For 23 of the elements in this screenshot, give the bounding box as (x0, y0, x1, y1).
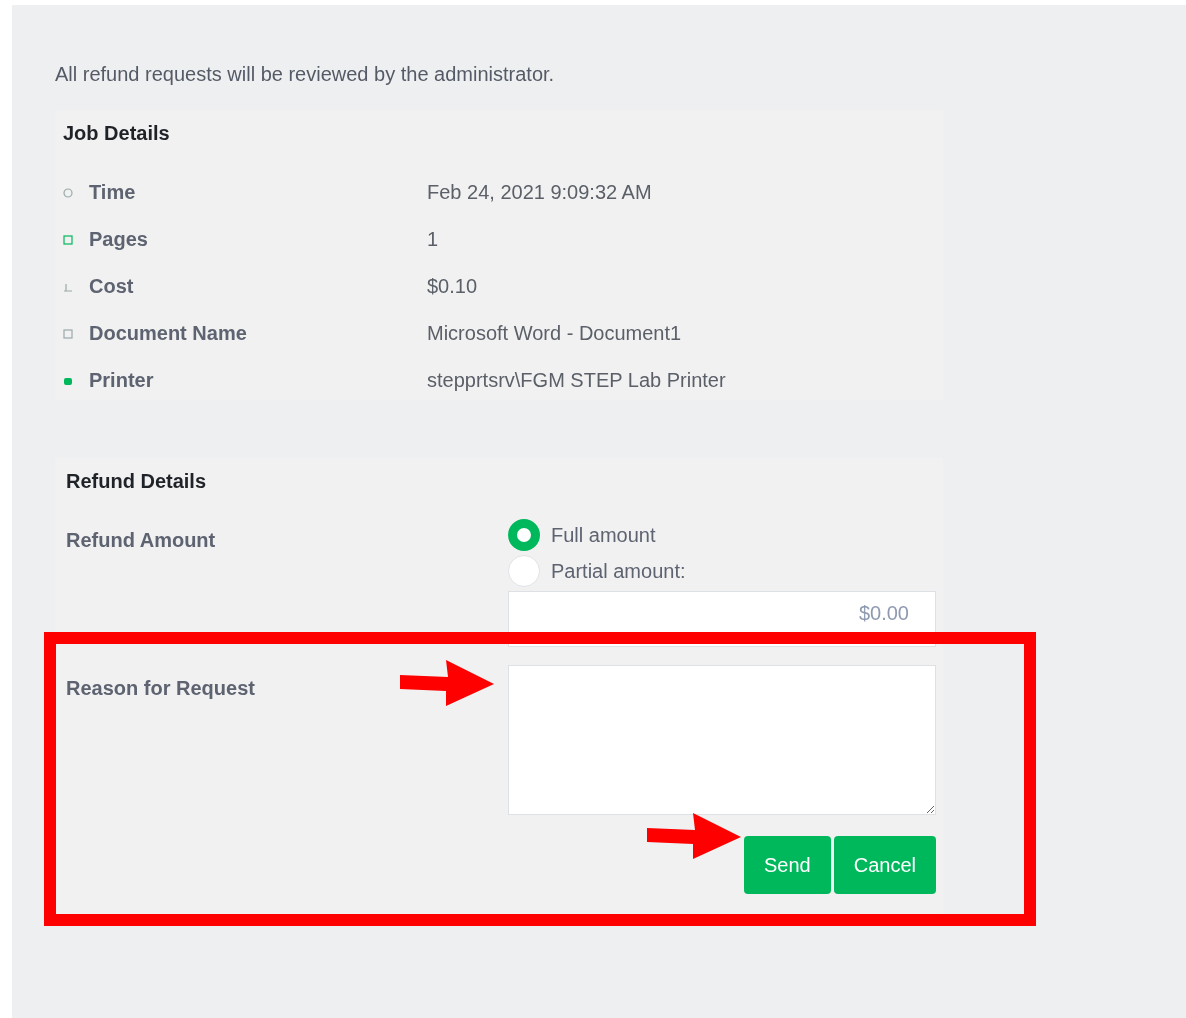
send-button[interactable]: Send (744, 836, 831, 894)
detail-value: stepprtsrv\FGM STEP Lab Printer (427, 369, 726, 392)
detail-label: Document Name (89, 322, 248, 345)
cancel-button[interactable]: Cancel (833, 836, 936, 894)
document-icon (63, 328, 73, 339)
section-title: Job Details (63, 122, 171, 146)
detail-label: Cost (89, 275, 135, 298)
field-label: Reason for Request (66, 677, 255, 700)
pages-icon (63, 234, 73, 245)
radio-button[interactable] (508, 519, 540, 551)
radio-label: Partial amount: (551, 559, 686, 583)
field-label: Refund Amount (66, 529, 216, 552)
detail-value: 1 (427, 228, 439, 251)
section-title: Refund Details (66, 470, 208, 494)
reason-field[interactable] (508, 665, 936, 815)
detail-label: Time (89, 181, 137, 204)
detail-value: $0.10 (427, 275, 478, 298)
detail-value: Feb 24, 2021 9:09:32 AM (427, 181, 652, 204)
detail-value: Microsoft Word - Document1 (427, 322, 682, 345)
radio-label: Full amount (551, 523, 656, 547)
detail-label: Pages (89, 228, 149, 251)
detail-label: Printer (89, 369, 155, 392)
notice-text: All refund requests will be reviewed by the administrator. (55, 63, 556, 87)
